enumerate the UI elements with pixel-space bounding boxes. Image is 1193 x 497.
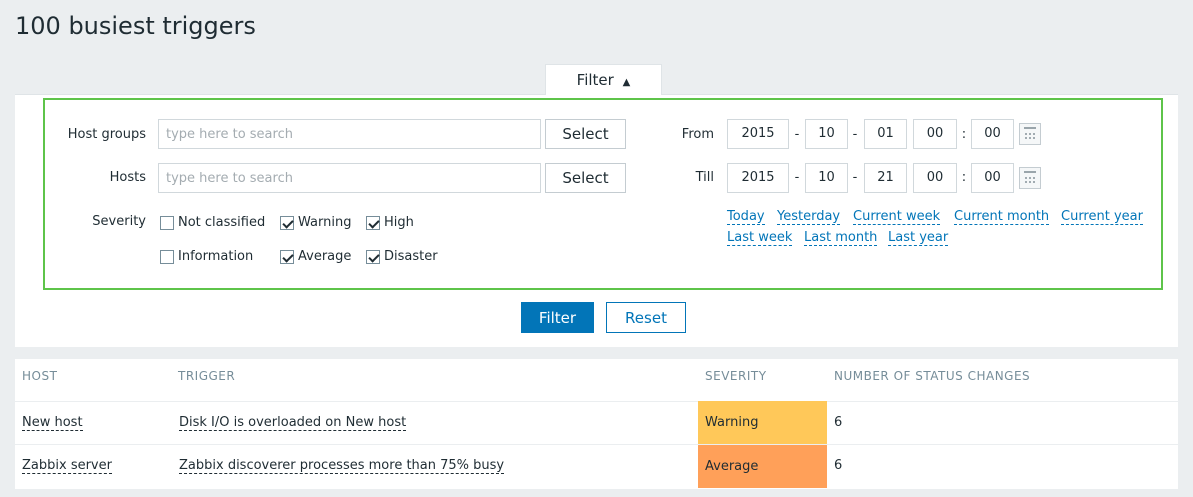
severity-option-label: Average [298, 249, 352, 264]
from-month-field[interactable]: 10 [805, 119, 848, 149]
host-link[interactable]: New host [22, 415, 83, 431]
hosts-label: Hosts [109, 170, 146, 185]
till-hour-field[interactable]: 00 [913, 163, 957, 193]
trigger-link[interactable]: Zabbix discoverer processes more than 75… [179, 458, 505, 474]
filter-tab-label: Filter [576, 71, 614, 89]
date-separator: - [852, 127, 858, 142]
checkbox-checked-icon [280, 249, 294, 264]
reset-filter-button[interactable]: Reset [606, 302, 686, 333]
checkbox-checked-icon [366, 215, 380, 230]
till-minute-field[interactable]: 00 [971, 163, 1014, 193]
quick-link-current-week[interactable]: Current week [853, 209, 941, 225]
till-month-field[interactable]: 10 [805, 163, 848, 193]
hosts-input[interactable] [158, 163, 541, 193]
filter-tab[interactable]: Filter ▲ [545, 64, 662, 95]
checkbox-checked-icon [280, 215, 294, 230]
checkbox-checked-icon [366, 249, 380, 264]
severity-option-label: Warning [298, 215, 352, 230]
severity-option-label: Information [178, 249, 254, 264]
till-year-field[interactable]: 2015 [727, 163, 789, 193]
column-header-severity: SEVERITY [705, 369, 767, 383]
quick-link-last-week[interactable]: Last week [727, 230, 793, 246]
host-link[interactable]: Zabbix server [22, 458, 112, 474]
from-label: From [681, 127, 714, 142]
calendar-icon[interactable] [1019, 167, 1041, 189]
severity-cell: Warning [698, 401, 827, 444]
quick-link-last-month[interactable]: Last month [804, 230, 878, 246]
status-changes-count: 6 [834, 415, 843, 430]
host-groups-label: Host groups [67, 127, 146, 142]
severity-label: Severity [92, 214, 146, 229]
apply-filter-button[interactable]: Filter [521, 302, 594, 333]
host-groups-input[interactable] [158, 119, 541, 149]
row-divider [15, 401, 1178, 402]
hosts-select-button[interactable]: Select [545, 163, 626, 193]
row-divider [15, 444, 1178, 445]
from-hour-field[interactable]: 00 [913, 119, 957, 149]
date-separator: - [852, 170, 858, 185]
trigger-link[interactable]: Disk I/O is overloaded on New host [179, 415, 407, 431]
severity-information-checkbox[interactable]: Information [160, 249, 253, 264]
quick-link-last-year[interactable]: Last year [888, 230, 949, 246]
quick-link-today[interactable]: Today [727, 209, 765, 225]
column-header-status-changes: NUMBER OF STATUS CHANGES [834, 369, 1031, 383]
till-label: Till [695, 170, 714, 185]
severity-disaster-checkbox[interactable]: Disaster [366, 249, 438, 264]
from-year-field[interactable]: 2015 [727, 119, 789, 149]
column-header-trigger: TRIGGER [178, 369, 236, 383]
checkbox-unchecked-icon [160, 249, 174, 264]
severity-option-label: Disaster [384, 249, 438, 264]
severity-high-checkbox[interactable]: High [366, 215, 414, 230]
quick-link-current-year[interactable]: Current year [1061, 209, 1143, 225]
page-title: 100 busiest triggers [15, 12, 256, 40]
from-day-field[interactable]: 01 [864, 119, 907, 149]
time-separator: : [961, 127, 967, 142]
from-minute-field[interactable]: 00 [971, 119, 1014, 149]
severity-average-checkbox[interactable]: Average [280, 249, 351, 264]
time-separator: : [961, 170, 967, 185]
severity-option-label: High [384, 215, 414, 230]
column-header-host: HOST [22, 369, 58, 383]
quick-link-current-month[interactable]: Current month [954, 209, 1050, 225]
host-groups-select-button[interactable]: Select [545, 119, 626, 149]
quick-link-yesterday[interactable]: Yesterday [777, 209, 841, 225]
till-day-field[interactable]: 21 [864, 163, 907, 193]
severity-not-classified-checkbox[interactable]: Not classified [160, 215, 265, 230]
severity-cell: Average [698, 445, 827, 488]
checkbox-unchecked-icon [160, 215, 174, 230]
calendar-icon[interactable] [1019, 123, 1041, 145]
severity-warning-checkbox[interactable]: Warning [280, 215, 351, 230]
date-separator: - [794, 127, 800, 142]
status-changes-count: 6 [834, 458, 843, 473]
caret-up-icon: ▲ [622, 77, 631, 88]
severity-option-label: Not classified [178, 215, 266, 230]
date-separator: - [794, 170, 800, 185]
